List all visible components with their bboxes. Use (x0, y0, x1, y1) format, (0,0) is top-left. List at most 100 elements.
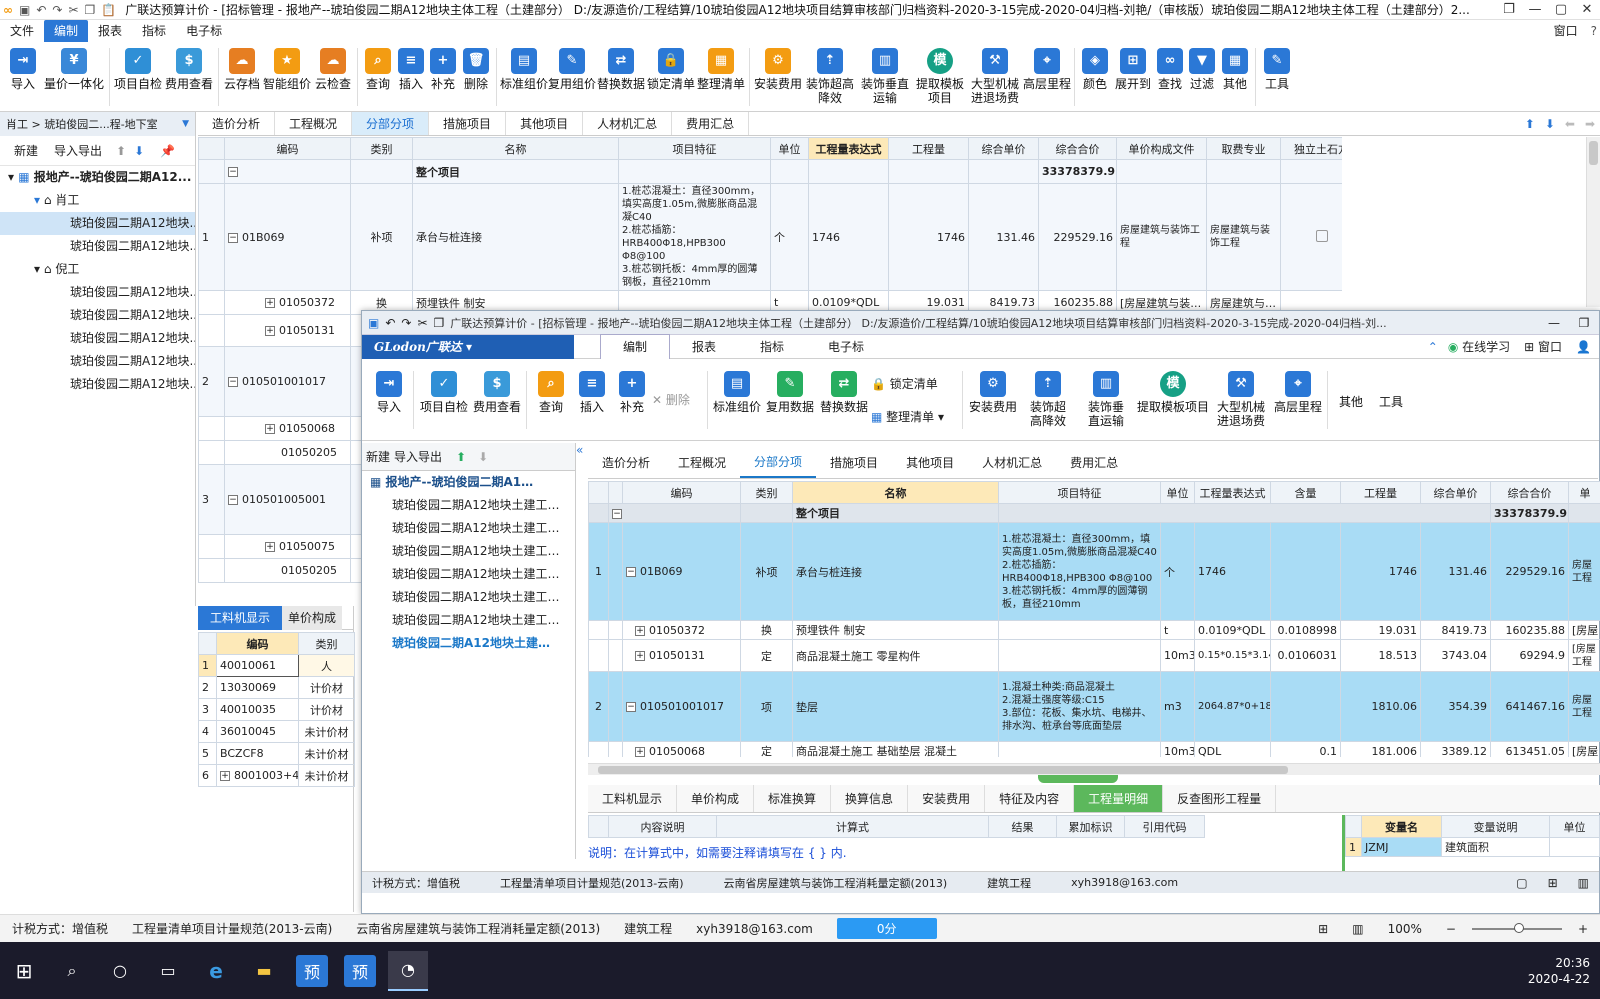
self-check-button[interactable]: ✓ 项目自检 (113, 44, 163, 110)
find-button[interactable]: ∞ 查找 (1154, 44, 1186, 110)
user-icon[interactable]: 👤 (1576, 340, 1591, 354)
inner-menu-report[interactable]: 报表 (670, 335, 738, 359)
tab-features-content[interactable]: 特征及内容 (985, 785, 1075, 812)
tab-cost-analysis[interactable]: 造价分析 (588, 447, 664, 478)
redo-icon[interactable]: ↷ (52, 3, 62, 17)
zoom-out-icon[interactable]: − (1446, 922, 1456, 936)
supplement-button[interactable]: + 补充 (612, 367, 652, 433)
copy-icon[interactable]: ❐ (85, 3, 96, 17)
restore-icon[interactable]: ❐ (1496, 2, 1522, 17)
col-feature[interactable]: 项目特征 (618, 137, 771, 160)
dropdown-arrow-icon[interactable]: ▼ (182, 119, 189, 129)
template-item-button[interactable]: 模提取模板项目 (1136, 367, 1210, 433)
tree-root[interactable]: ▾ ▦ 报地产--琥珀俊园二期A12... (0, 166, 195, 189)
arrow-left-icon[interactable]: ⬅ (1565, 112, 1575, 135)
tree-item[interactable]: 琥珀俊园二期A12地块土建工… (362, 609, 575, 632)
col-price[interactable]: 综合单价 (968, 137, 1039, 160)
filter-button[interactable]: ▼ 过滤 (1186, 44, 1218, 110)
color-button[interactable]: ◈ 颜色 (1078, 44, 1112, 110)
tree-item[interactable]: 琥珀俊园二期A12地块... (0, 281, 195, 304)
close-icon[interactable]: ✕ (1574, 2, 1600, 17)
inner-tree-root[interactable]: ▦ 报地产--琥珀俊园二期A1… (362, 471, 575, 494)
tree-item[interactable]: 琥珀俊园二期A12地块土建工… (362, 517, 575, 540)
standard-price-button[interactable]: ▤ 标准组价 (500, 44, 548, 110)
file-explorer-icon[interactable]: ▬ (244, 951, 284, 991)
machinery-fee-button[interactable]: ⚒ 大型机械进退场费 (1210, 367, 1272, 433)
expand-icon[interactable]: + (265, 542, 275, 552)
tab-labor-material[interactable]: 人材机汇总 (583, 112, 673, 135)
fee-view-button[interactable]: $ 费用查看 (471, 367, 523, 433)
zoom-thumb[interactable] (1513, 922, 1524, 933)
table-row-whole[interactable]: − 整个项目 33378379.95 (198, 159, 1342, 184)
tab-labor-material[interactable]: 人材机汇总 (968, 447, 1056, 478)
tree-item[interactable]: 琥珀俊园二期A12地块土建工… (362, 586, 575, 609)
taskbar-app-budget[interactable]: 预 (296, 954, 328, 987)
table-row[interactable]: +01050131 定 商品混凝土施工 零星构件 10m3 0.15*0.15*… (588, 639, 1600, 672)
restore-icon[interactable]: ❐ (1569, 316, 1599, 330)
layout-icon[interactable]: ▢ (1516, 876, 1527, 890)
import-export-button[interactable]: 导入导出 (54, 142, 102, 159)
cloud-save-button[interactable]: ☁ 云存档 (222, 44, 262, 110)
col-name[interactable]: 名称 (412, 137, 619, 160)
tab-measures[interactable]: 措施项目 (429, 112, 507, 135)
tab-sub-items[interactable]: 分部分项 (352, 112, 430, 135)
vertical-transport-button[interactable]: ▥ 装饰垂直运输 (1076, 367, 1136, 433)
collapse-icon[interactable]: − (228, 232, 238, 243)
brand-logo[interactable]: GLodon广联达 ▾ (362, 334, 574, 359)
zoom-slider[interactable] (1471, 922, 1562, 933)
query-button[interactable]: ⌕ 查询 (361, 44, 395, 110)
up-arrow-icon[interactable]: ⬆ (456, 450, 466, 464)
install-fee-button[interactable]: ⚙ 安装费用 (966, 367, 1020, 433)
other-button[interactable]: ▦ 其他 (1218, 44, 1252, 110)
tree-group-ni[interactable]: ▾ ⌂ 倪工 (0, 258, 195, 281)
tab-project-overview[interactable]: 工程概况 (275, 112, 353, 135)
delete-button[interactable]: 🗑 删除 (459, 44, 493, 110)
down-arrow-icon[interactable]: ⬇ (478, 450, 488, 464)
expand-to-button[interactable]: ⊞ 展开到 (1112, 44, 1154, 110)
table-row-whole[interactable]: − 整个项目 33378379.95 (588, 503, 1600, 523)
tab-conversion-info[interactable]: 换算信息 (831, 785, 909, 812)
price-integration-button[interactable]: ¥ 量价一体化 (42, 44, 106, 110)
up-arrow-icon[interactable]: ⬆ (116, 144, 126, 158)
tab-measures[interactable]: 措施项目 (816, 447, 892, 478)
tab-cost-analysis[interactable]: 造价分析 (198, 112, 276, 135)
breadcrumb[interactable]: 肖工 > 琥珀俊园二...程-地下室 ▼ (0, 112, 196, 136)
col-earthwork[interactable]: 独立土石方 (1280, 137, 1342, 160)
menu-file[interactable]: 文件 (0, 20, 44, 42)
tree-item[interactable]: 琥珀俊园二期A12地块... (0, 327, 195, 350)
arrow-right-icon[interactable]: ➡ (1585, 112, 1595, 135)
replace-data-button[interactable]: ⇄ 替换数据 (817, 367, 871, 433)
tab-fee-summary[interactable]: 费用汇总 (1056, 447, 1132, 478)
import-button[interactable]: ⇥ 导入 (4, 44, 42, 110)
table-row[interactable]: 2 13030069 计价材 (198, 676, 355, 699)
collapse-icon[interactable]: − (626, 567, 636, 577)
help-icon[interactable]: ? (1591, 24, 1597, 38)
chevron-up-icon[interactable]: ⌃ (1428, 340, 1438, 354)
collapse-panel-icon[interactable]: « (576, 443, 586, 463)
scroll-thumb[interactable] (598, 766, 1288, 774)
lock-list-button[interactable]: 🔒 锁定清单 (646, 44, 696, 110)
inner-menu-ebid[interactable]: 电子标 (806, 335, 886, 359)
undo-icon[interactable]: ↶ (385, 316, 395, 330)
tab-price-composition[interactable]: 单价构成 (282, 605, 343, 630)
import-button[interactable]: ⇥ 导入 (368, 367, 410, 433)
main-vertical-scrollbar[interactable] (1586, 137, 1600, 307)
system-clock[interactable]: 20:36 2020-4-22 (1528, 955, 1590, 987)
fee-view-button[interactable]: $ 费用查看 (163, 44, 215, 110)
cloud-check-button[interactable]: ☁ 云检查 (312, 44, 354, 110)
delete-button[interactable]: ✕ 删除 (652, 367, 704, 433)
edge-icon[interactable]: e (196, 951, 236, 991)
taskbar-app-budget-2[interactable]: 预 (344, 954, 376, 987)
task-view-icon[interactable]: ▭ (148, 951, 188, 991)
col-code[interactable]: 编码 (224, 137, 351, 160)
machinery-fee-button[interactable]: ⚒ 大型机械进退场费 (967, 44, 1023, 110)
organize-list-button[interactable]: ▦ 整理清单 (696, 44, 746, 110)
menu-report[interactable]: 报表 (88, 20, 132, 42)
maximize-icon[interactable]: ▢ (1548, 2, 1574, 17)
insert-button[interactable]: ≡ 插入 (395, 44, 427, 110)
self-check-button[interactable]: ✓ 项目自检 (417, 367, 471, 433)
inner-horizontal-scrollbar[interactable] (588, 763, 1600, 775)
save-icon[interactable]: ▣ (19, 3, 30, 17)
tab-other-items[interactable]: 其他项目 (892, 447, 968, 478)
insert-button[interactable]: ≡ 插入 (572, 367, 612, 433)
